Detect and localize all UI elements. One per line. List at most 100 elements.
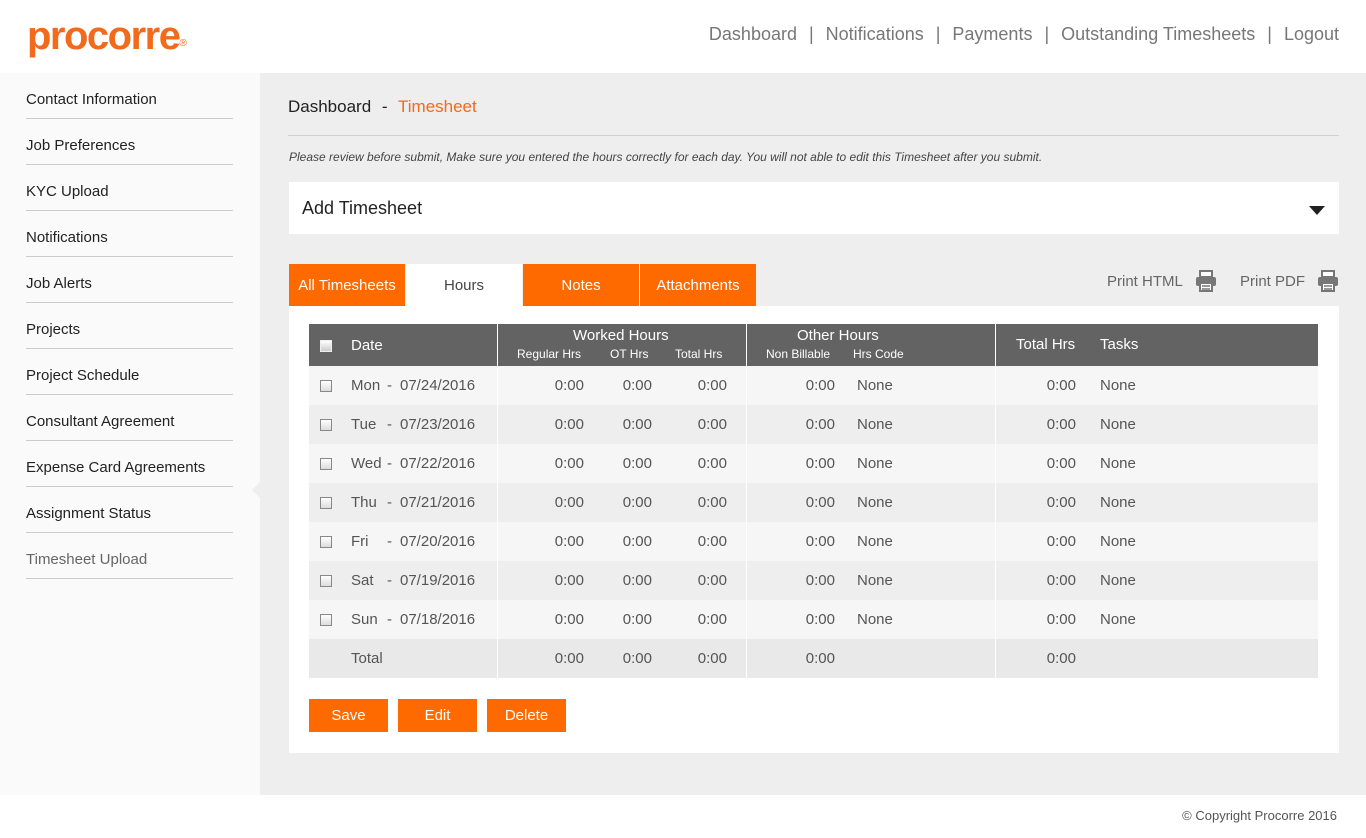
sidebar-item-notifications[interactable]: Notifications	[26, 211, 233, 257]
date-cell: 07/20/2016	[400, 533, 476, 550]
sidebar-item-projects[interactable]: Projects	[26, 303, 233, 349]
procorre-logo[interactable]: procorre®	[27, 14, 187, 58]
edit-button[interactable]: Edit	[398, 699, 477, 732]
column-divider	[995, 522, 996, 561]
regular-hrs-cell: 0:00	[554, 416, 584, 433]
nav-outstanding-timesheets-link[interactable]: Outstanding Timesheets	[1061, 24, 1255, 45]
sidebar-item-timesheet-upload[interactable]: Timesheet Upload	[26, 533, 233, 579]
table-header: Date Worked Hours Regular Hrs OT Hrs Tot…	[309, 324, 1318, 366]
column-divider	[497, 639, 498, 678]
sidebar-item-job-preferences[interactable]: Job Preferences	[26, 119, 233, 165]
sidebar-item-assignment-status[interactable]: Assignment Status	[26, 487, 233, 533]
column-divider	[746, 522, 747, 561]
main-content: Dashboard - Timesheet Please review befo…	[260, 73, 1366, 795]
column-divider	[995, 600, 996, 639]
header-hrs-code: Hrs Code	[853, 347, 904, 361]
row-checkbox[interactable]	[320, 458, 332, 470]
tasks-cell: None	[1100, 533, 1136, 550]
sidebar: Contact Information Job Preferences KYC …	[0, 73, 260, 795]
row-checkbox[interactable]	[320, 380, 332, 392]
date-separator: -	[387, 455, 392, 472]
printer-icon	[1318, 270, 1339, 292]
day-cell: Thu	[351, 494, 377, 511]
sidebar-item-project-schedule[interactable]: Project Schedule	[26, 349, 233, 395]
non-billable-cell: 0:00	[805, 611, 835, 628]
column-divider	[497, 366, 498, 405]
nav-separator: |	[935, 24, 941, 44]
regular-hrs-cell: 0:00	[554, 572, 584, 589]
breadcrumb-separator: -	[381, 97, 388, 116]
tab-attachments[interactable]: Attachments	[640, 264, 756, 306]
row-checkbox[interactable]	[320, 419, 332, 431]
row-checkbox[interactable]	[320, 536, 332, 548]
table-row: Mon -07/24/2016 0:00 0:00 0:00 0:00 None 0:00 No…	[309, 366, 1318, 405]
tasks-cell: None	[1100, 416, 1136, 433]
row-checkbox[interactable]	[320, 575, 332, 587]
total-worked-hrs: 0:00	[697, 650, 727, 667]
row-checkbox[interactable]	[320, 497, 332, 509]
table-row: Sat -07/19/2016 0:00 0:00 0:00 0:00 None 0:00 No…	[309, 561, 1318, 600]
header-total-hrs: Total Hrs	[1016, 336, 1076, 353]
hrs-code-cell: None	[857, 494, 893, 511]
total-hrs-cell: 0:00	[1046, 611, 1076, 628]
tasks-cell: None	[1100, 494, 1136, 511]
worked-total-hrs-cell: 0:00	[697, 533, 727, 550]
tab-all-timesheets[interactable]: All Timesheets	[289, 264, 405, 306]
breadcrumb-current: Timesheet	[398, 97, 477, 116]
breadcrumb-dashboard-link[interactable]: Dashboard	[288, 97, 371, 116]
total-hrs-cell: 0:00	[1046, 416, 1076, 433]
non-billable-cell: 0:00	[805, 494, 835, 511]
total-hrs-cell: 0:00	[1046, 377, 1076, 394]
nav-dashboard-link[interactable]: Dashboard	[709, 24, 797, 45]
date-cell: 07/22/2016	[400, 455, 476, 472]
delete-button[interactable]: Delete	[487, 699, 566, 732]
header-tasks: Tasks	[1100, 336, 1139, 353]
total-regular-hrs: 0:00	[554, 650, 584, 667]
date-cell: 07/23/2016	[400, 416, 476, 433]
tasks-cell: None	[1100, 455, 1136, 472]
print-html-button[interactable]: Print HTML	[1107, 270, 1217, 292]
sidebar-item-contact-information[interactable]: Contact Information	[26, 73, 233, 119]
table-row: Tue -07/23/2016 0:00 0:00 0:00 0:00 None 0:00 No…	[309, 405, 1318, 444]
column-divider	[497, 561, 498, 600]
submit-notice: Please review before submit, Make sure y…	[289, 150, 1043, 164]
column-divider	[497, 324, 498, 366]
date-cell: 07/19/2016	[400, 572, 476, 589]
nav-payments-link[interactable]: Payments	[952, 24, 1032, 45]
regular-hrs-cell: 0:00	[554, 494, 584, 511]
caret-down-icon[interactable]	[1309, 206, 1325, 215]
save-button[interactable]: Save	[309, 699, 388, 732]
day-cell: Fri	[351, 533, 369, 550]
sidebar-item-job-alerts[interactable]: Job Alerts	[26, 257, 233, 303]
nav-notifications-link[interactable]: Notifications	[826, 24, 924, 45]
header-other-hours: Other Hours	[797, 327, 879, 344]
date-cell: 07/18/2016	[400, 611, 476, 628]
breadcrumb: Dashboard - Timesheet	[288, 97, 477, 117]
sidebar-item-consultant-agreement[interactable]: Consultant Agreement	[26, 395, 233, 441]
date-cell: 07/24/2016	[400, 377, 476, 394]
row-checkbox[interactable]	[320, 614, 332, 626]
add-timesheet-dropdown[interactable]: Add Timesheet	[289, 182, 1339, 234]
select-all-checkbox[interactable]	[320, 340, 332, 352]
tab-notes[interactable]: Notes	[523, 264, 639, 306]
sidebar-item-expense-card-agreements[interactable]: Expense Card Agreements	[26, 441, 233, 487]
sidebar-item-kyc-upload[interactable]: KYC Upload	[26, 165, 233, 211]
header-date: Date	[351, 337, 383, 354]
day-cell: Wed	[351, 455, 382, 472]
non-billable-cell: 0:00	[805, 416, 835, 433]
nav-logout-link[interactable]: Logout	[1284, 24, 1339, 45]
ot-hrs-cell: 0:00	[622, 572, 652, 589]
print-pdf-button[interactable]: Print PDF	[1240, 270, 1339, 292]
column-divider	[497, 600, 498, 639]
worked-total-hrs-cell: 0:00	[697, 572, 727, 589]
day-cell: Tue	[351, 416, 377, 433]
column-divider	[746, 600, 747, 639]
day-cell: Sat	[351, 572, 374, 589]
regular-hrs-cell: 0:00	[554, 611, 584, 628]
tab-hours[interactable]: Hours	[406, 264, 522, 306]
total-hrs-cell: 0:00	[1046, 455, 1076, 472]
column-divider	[746, 324, 747, 366]
date-separator: -	[387, 533, 392, 550]
add-timesheet-label: Add Timesheet	[302, 198, 423, 218]
column-divider	[497, 522, 498, 561]
